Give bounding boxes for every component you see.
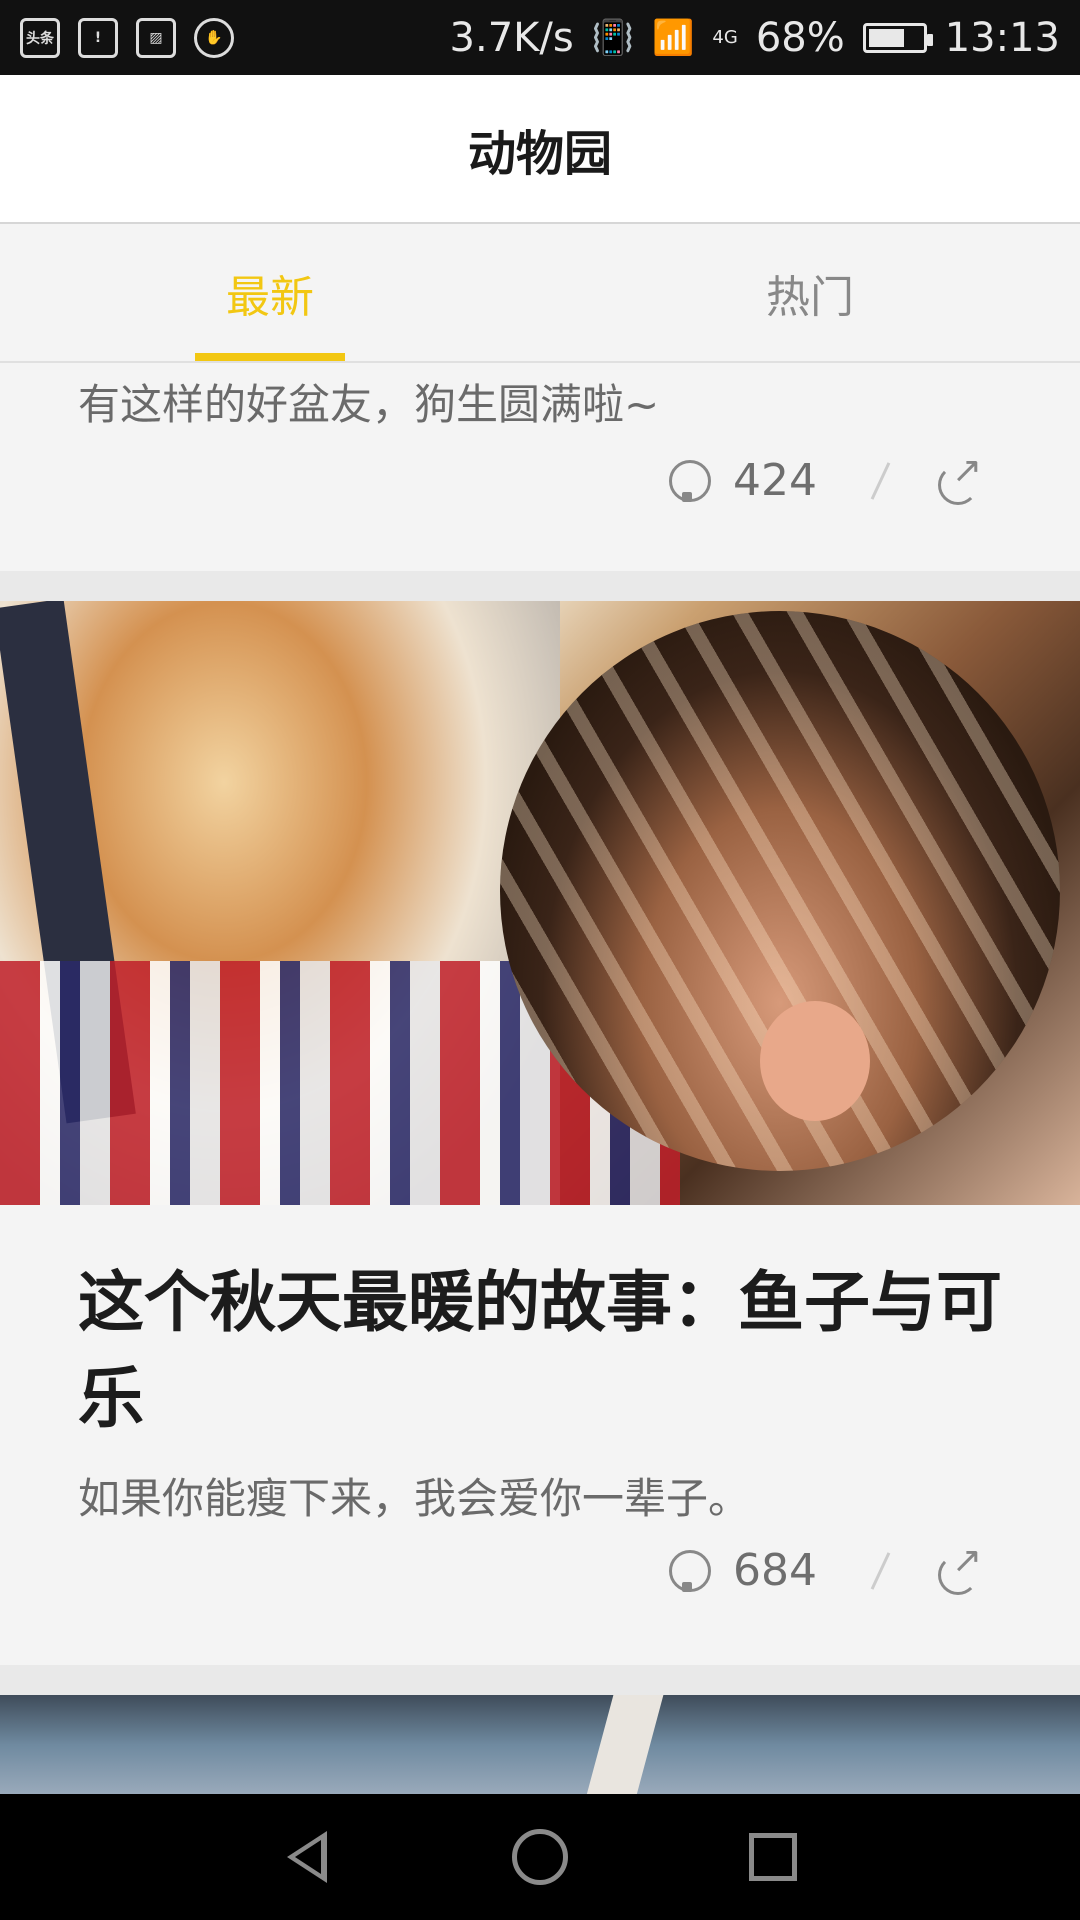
tab-bar: 最新 热门 bbox=[0, 225, 1080, 363]
card-article[interactable]: 这个秋天最暖的故事：鱼子与可乐 如果你能瘦下来，我会爱你一辈子。 684 ↗ bbox=[0, 601, 1080, 1665]
image-ear bbox=[760, 1001, 870, 1121]
comment-count: 684 bbox=[733, 1545, 817, 1596]
card-actions: 424 ↗ bbox=[669, 452, 982, 506]
recent-apps-icon bbox=[749, 1833, 798, 1881]
card-separator bbox=[0, 1665, 1080, 1695]
wifi-icon: 📶 bbox=[652, 17, 695, 58]
comment-bulb-icon[interactable] bbox=[669, 1549, 711, 1592]
comment-count: 424 bbox=[733, 455, 817, 506]
article-image[interactable] bbox=[0, 601, 1080, 1205]
navigation-bar bbox=[0, 1794, 1080, 1920]
image-icon: ▨ bbox=[136, 17, 176, 58]
back-button[interactable] bbox=[275, 1825, 339, 1889]
network-type: 4G bbox=[712, 27, 738, 48]
hand-icon: ✋ bbox=[194, 17, 234, 58]
system-indicators: 3.7K/s 📳 📶 4G 68% 13:13 bbox=[450, 15, 1060, 61]
battery-fill bbox=[868, 28, 905, 47]
home-icon bbox=[511, 1829, 568, 1885]
notification-icons: 头条 ! ▨ ✋ bbox=[20, 17, 234, 58]
comment-bulb-icon[interactable] bbox=[669, 459, 711, 502]
back-icon bbox=[286, 1831, 327, 1883]
feed[interactable]: 有这样的好盆友，狗生圆满啦~ 424 ↗ 这个秋天最暖的故事：鱼子与可乐 如果你… bbox=[0, 363, 1080, 1794]
card-subtitle: 如果你能瘦下来，我会爱你一辈子。 bbox=[78, 1474, 751, 1523]
tab-hot[interactable]: 热门 bbox=[540, 225, 1080, 361]
recent-apps-button[interactable] bbox=[741, 1825, 805, 1889]
card-actions: 684 ↗ bbox=[669, 1542, 982, 1596]
network-speed: 3.7K/s bbox=[449, 14, 574, 61]
card-previous[interactable]: 有这样的好盆友，狗生圆满啦~ 424 ↗ bbox=[0, 363, 1080, 571]
vibrate-icon: 📳 bbox=[591, 17, 635, 58]
card-body: 这个秋天最暖的故事：鱼子与可乐 如果你能瘦下来，我会爱你一辈子。 684 ↗ bbox=[0, 1205, 1080, 1665]
divider bbox=[870, 1551, 891, 1590]
battery-icon bbox=[862, 22, 933, 53]
toutiao-app-icon: 头条 bbox=[20, 17, 60, 58]
divider bbox=[870, 461, 891, 500]
share-icon[interactable]: ↗ bbox=[938, 452, 982, 501]
home-button[interactable] bbox=[508, 1825, 572, 1889]
tab-latest[interactable]: 最新 bbox=[0, 225, 540, 361]
share-icon[interactable]: ↗ bbox=[938, 1542, 982, 1591]
clock: 13:13 bbox=[944, 14, 1060, 61]
page-title: 动物园 bbox=[467, 125, 612, 182]
battery-warning-icon: ! bbox=[78, 17, 118, 58]
next-article-image[interactable] bbox=[0, 1695, 1080, 1794]
title-bar: 动物园 bbox=[0, 75, 1080, 224]
battery-percent: 68% bbox=[755, 14, 845, 61]
card-subtitle: 有这样的好盆友，狗生圆满啦~ bbox=[78, 380, 660, 429]
status-bar: 头条 ! ▨ ✋ 3.7K/s 📳 📶 4G 68% 13:13 bbox=[0, 0, 1080, 75]
card-separator bbox=[0, 571, 1080, 601]
card-title[interactable]: 这个秋天最暖的故事：鱼子与可乐 bbox=[78, 1255, 1002, 1447]
